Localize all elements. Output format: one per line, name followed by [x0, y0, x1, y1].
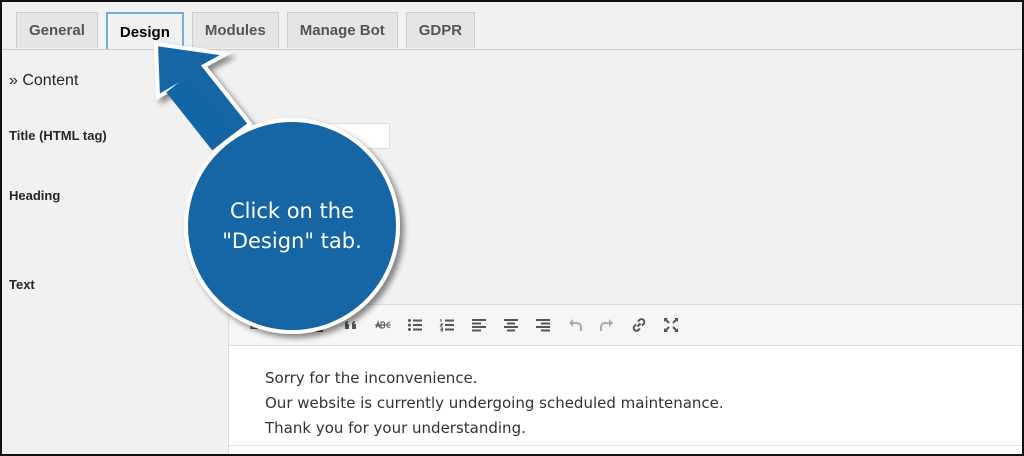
plugin-settings-panel: General Design Modules Manage Bot GDPR »… — [0, 0, 1024, 456]
tabs-divider — [2, 49, 1022, 50]
editor-toolbar: B — [229, 305, 1022, 346]
settings-tabs: General Design Modules Manage Bot GDPR — [16, 12, 476, 50]
editor-line: Thank you for your understanding. — [265, 419, 526, 437]
editor-line: Our website is currently undergoing sche… — [265, 394, 724, 412]
abc-strike-icon — [375, 320, 391, 329]
fullscreen-button[interactable] — [655, 311, 687, 339]
strikethrough-icon — [313, 324, 325, 332]
editor-divider — [229, 445, 1022, 446]
title-field-label: Title (HTML tag) — [9, 128, 107, 143]
align-right-button[interactable] — [527, 311, 559, 339]
align-right-icon — [536, 319, 550, 332]
tab-general[interactable]: General — [16, 12, 98, 48]
abc-strike-button[interactable] — [367, 311, 399, 339]
strikethrough-button[interactable] — [303, 311, 335, 339]
heading-field-label: Heading — [9, 188, 61, 203]
tab-modules[interactable]: Modules — [191, 12, 279, 48]
fullscreen-icon — [664, 318, 678, 332]
numbered-list-button[interactable] — [431, 311, 463, 339]
align-left-button[interactable] — [463, 311, 495, 339]
undo-icon — [569, 319, 582, 331]
editor-line: Sorry for the inconvenience. — [265, 369, 478, 387]
bulleted-list-button[interactable] — [399, 311, 431, 339]
editor-content[interactable]: Sorry for the inconvenience. Our website… — [229, 346, 1022, 454]
tab-manage-bot[interactable]: Manage Bot — [286, 12, 398, 48]
align-center-icon — [504, 319, 518, 332]
title-input[interactable] — [230, 123, 390, 149]
insert-link-button[interactable] — [623, 311, 655, 339]
text-field-label: Text — [9, 277, 35, 292]
italic-icon — [282, 318, 292, 332]
blockquote-button[interactable] — [335, 311, 367, 339]
undo-button[interactable] — [559, 311, 591, 339]
tab-design[interactable]: Design — [105, 12, 184, 50]
numbered-list-icon — [439, 319, 454, 332]
bulleted-list-icon — [408, 319, 422, 331]
link-icon — [632, 318, 646, 332]
redo-icon — [600, 319, 613, 331]
bold-button[interactable]: B — [239, 311, 271, 339]
align-left-icon — [472, 319, 486, 332]
redo-button[interactable] — [591, 311, 623, 339]
section-title: » Content — [9, 72, 79, 89]
blockquote-icon — [345, 321, 356, 329]
text-editor: B Sorry for the inconvenience. Our websi… — [228, 304, 1022, 454]
italic-button[interactable] — [271, 311, 303, 339]
tab-gdpr[interactable]: GDPR — [405, 12, 476, 48]
bold-icon: B — [249, 316, 261, 333]
align-center-button[interactable] — [495, 311, 527, 339]
